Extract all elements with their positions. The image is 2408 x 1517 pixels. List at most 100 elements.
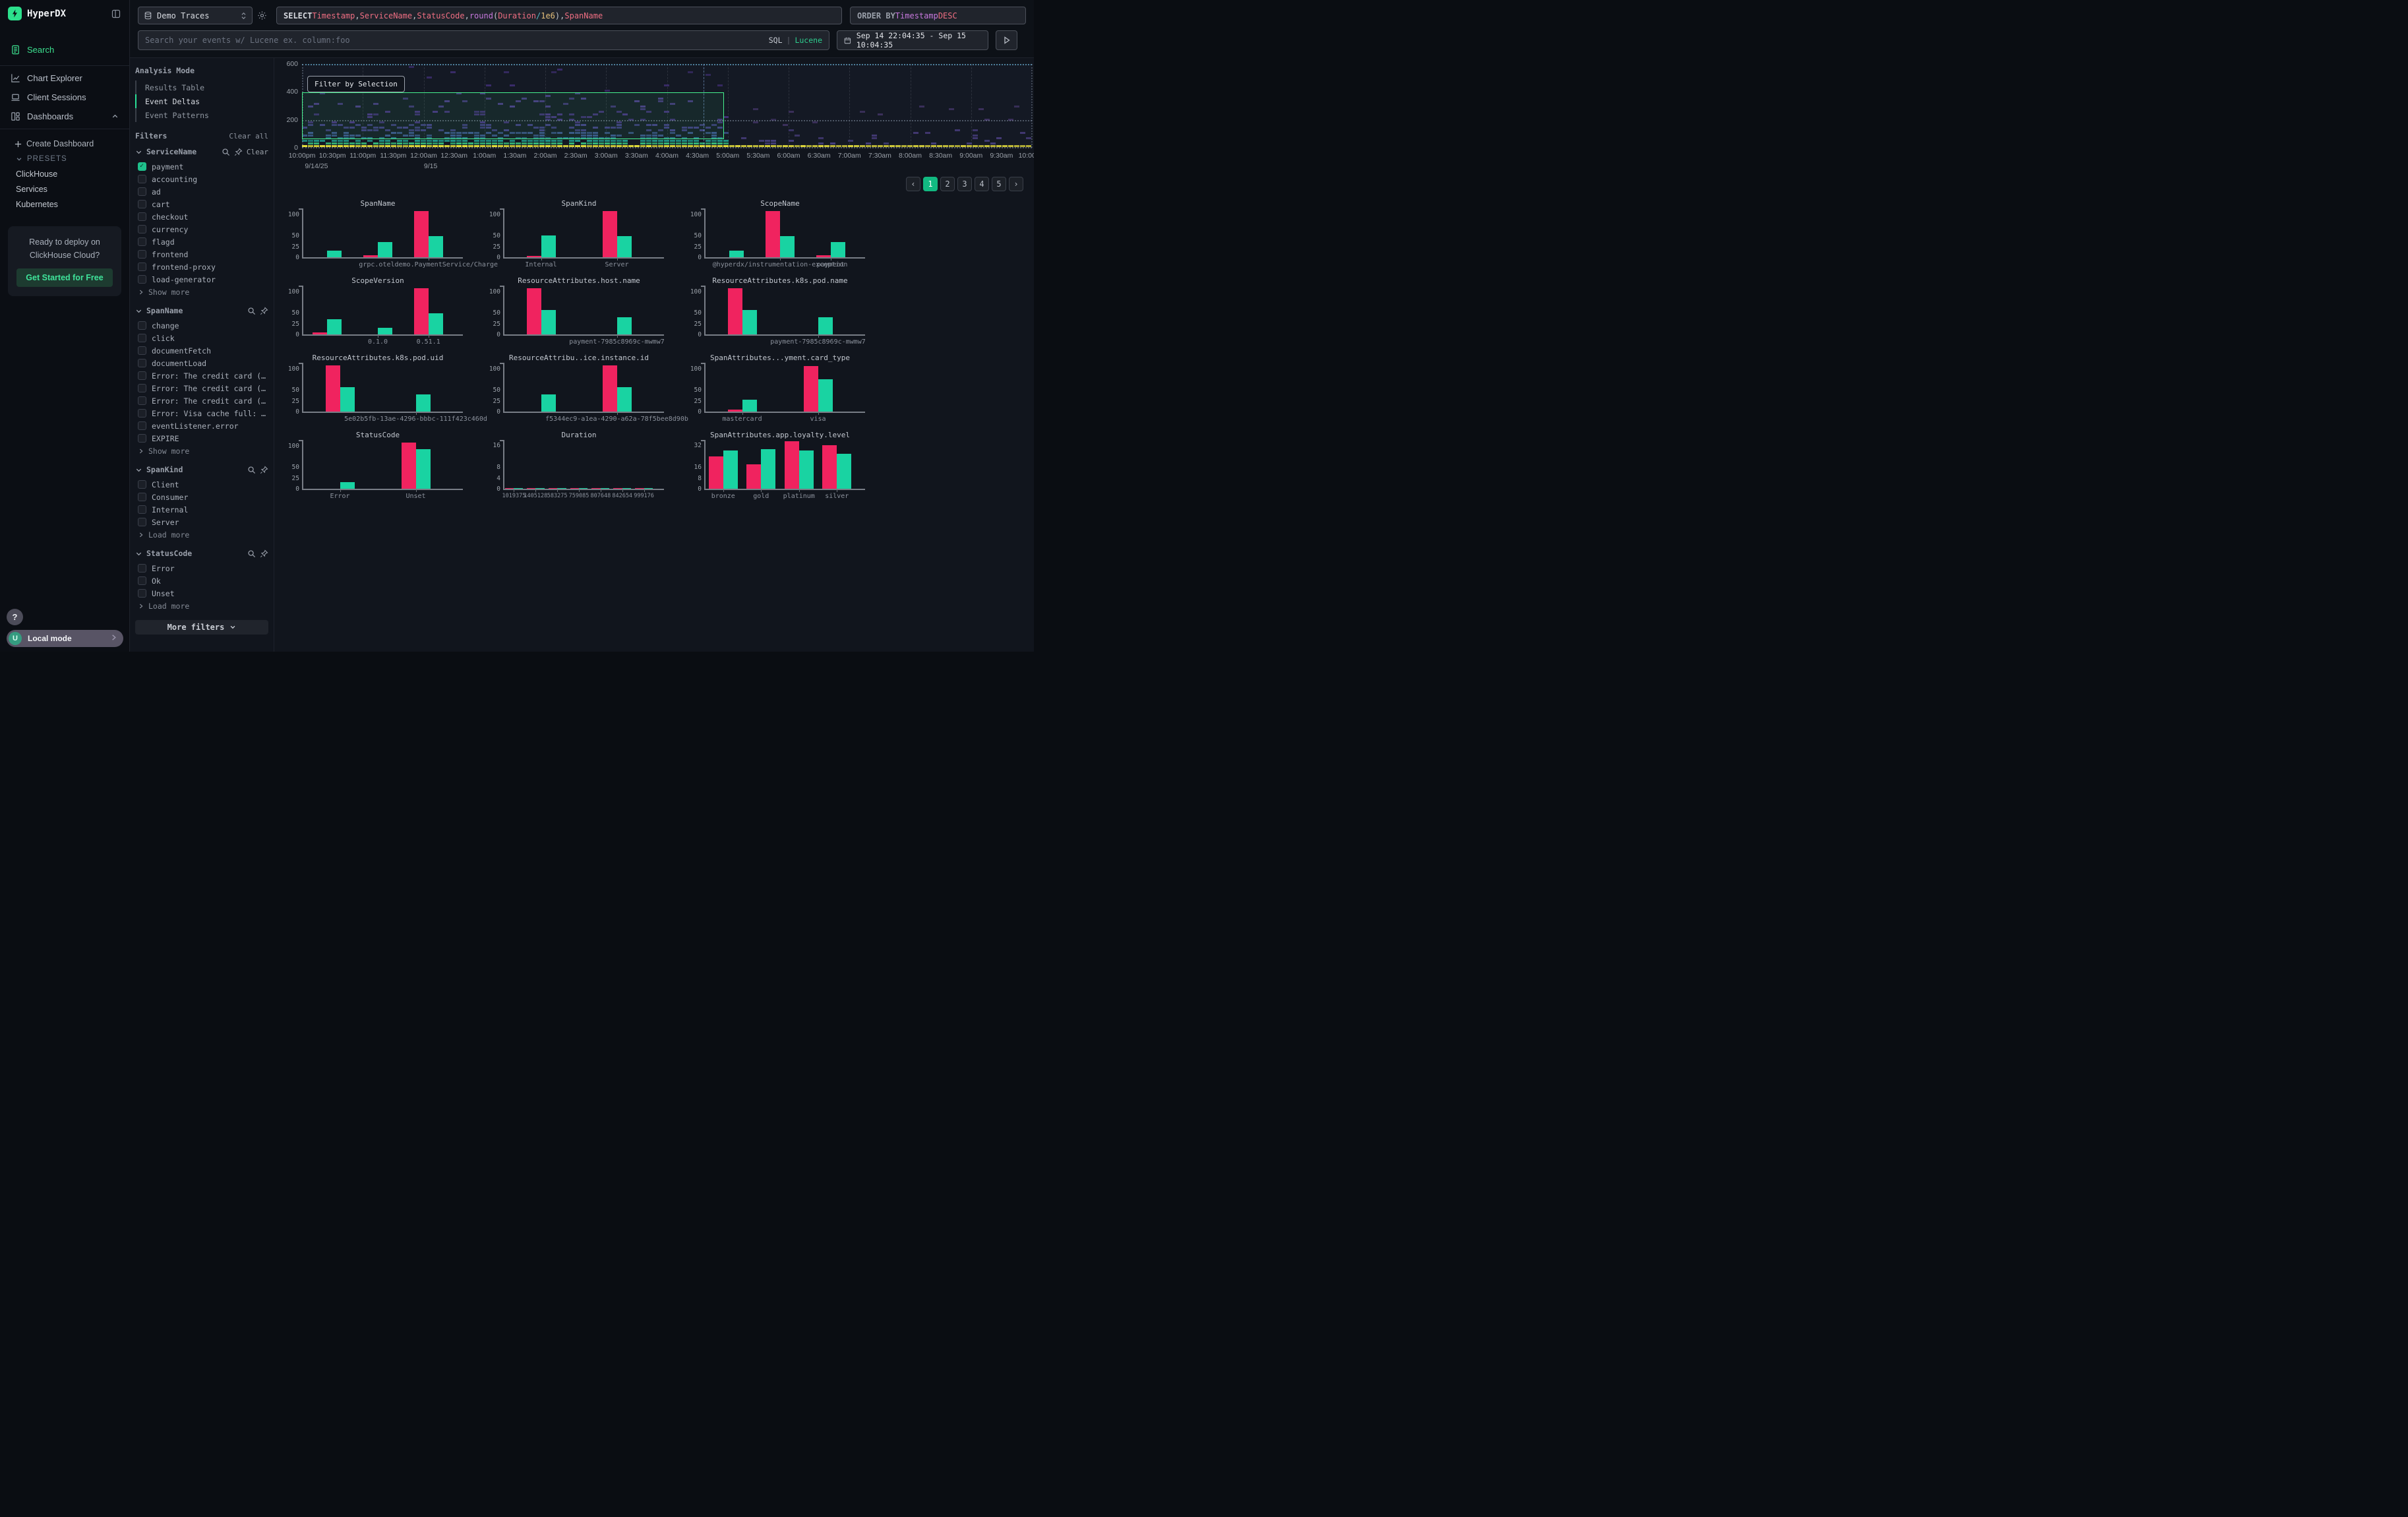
create-dashboard-button[interactable]: Create Dashboard bbox=[0, 136, 129, 152]
page-button-4[interactable]: 4 bbox=[975, 177, 989, 191]
filter-checkbox-checkout[interactable]: checkout bbox=[135, 210, 268, 223]
filter-checkbox-error[interactable]: Error bbox=[135, 562, 268, 574]
pin-icon[interactable] bbox=[260, 549, 268, 558]
gear-icon[interactable] bbox=[257, 11, 267, 24]
sidebar-item-search[interactable]: Search bbox=[0, 40, 129, 59]
chevron-down-icon[interactable] bbox=[135, 148, 142, 156]
bar-after bbox=[327, 251, 342, 257]
presets-toggle[interactable]: PRESETS bbox=[0, 152, 129, 166]
load-more-button[interactable]: Load more bbox=[135, 600, 268, 611]
load-more-button[interactable]: Load more bbox=[135, 528, 268, 540]
search-icon[interactable] bbox=[247, 307, 256, 315]
filter-checkbox-currency[interactable]: currency bbox=[135, 223, 268, 235]
time-range-picker[interactable]: Sep 14 22:04:35 - Sep 15 10:04:35 bbox=[837, 30, 988, 50]
get-started-button[interactable]: Get Started for Free bbox=[16, 268, 112, 287]
filter-checkbox-documentload[interactable]: documentLoad bbox=[135, 357, 268, 369]
source-select[interactable]: Demo Traces bbox=[138, 7, 253, 24]
bar-after bbox=[601, 488, 609, 489]
y-tick-label: 0 bbox=[278, 331, 299, 338]
sidebar-item-chart-explorer[interactable]: Chart Explorer bbox=[0, 69, 129, 88]
filter-checkbox-cart[interactable]: cart bbox=[135, 198, 268, 210]
run-query-button[interactable] bbox=[996, 30, 1017, 50]
sidebar-item-clickhouse[interactable]: ClickHouse bbox=[0, 166, 129, 181]
filter-checkbox-documentfetch[interactable]: documentFetch bbox=[135, 344, 268, 357]
heatmap-cell bbox=[593, 142, 598, 144]
brush-selection[interactable] bbox=[302, 92, 724, 139]
filter-checkbox-server[interactable]: Server bbox=[135, 516, 268, 528]
filter-checkbox-accounting[interactable]: accounting bbox=[135, 173, 268, 185]
search-icon[interactable] bbox=[222, 148, 230, 156]
filter-checkbox-error-the-credit-card-[interactable]: Error: The credit card (… bbox=[135, 369, 268, 382]
heatmap-cell bbox=[919, 106, 924, 108]
query-token: , bbox=[465, 11, 469, 20]
help-button[interactable]: ? bbox=[7, 609, 23, 625]
filter-checkbox-ad[interactable]: ad bbox=[135, 185, 268, 198]
events-heatmap[interactable]: Filter by Selection bbox=[302, 64, 1032, 148]
page-next-button[interactable]: › bbox=[1009, 177, 1023, 191]
filter-checkbox-frontend[interactable]: frontend bbox=[135, 248, 268, 261]
order-by-editor[interactable]: ORDER BY Timestamp DESC bbox=[850, 7, 1026, 24]
filter-checkbox-load-generator[interactable]: load-generator bbox=[135, 273, 268, 286]
analysis-mode-event-deltas[interactable]: Event Deltas bbox=[135, 94, 268, 108]
bar-before bbox=[603, 211, 617, 257]
load-more-button[interactable]: Show more bbox=[135, 286, 268, 297]
language-toggle[interactable]: SQL | Lucene bbox=[769, 36, 822, 45]
clear-all-button[interactable]: Clear all bbox=[229, 132, 268, 140]
search-input[interactable] bbox=[145, 36, 769, 45]
page-button-3[interactable]: 3 bbox=[957, 177, 972, 191]
x-tick-label: payment bbox=[817, 261, 845, 268]
pin-icon[interactable] bbox=[260, 307, 268, 315]
heatmap-cell bbox=[771, 142, 776, 144]
filter-checkbox-error-visa-cache-full-[interactable]: Error: Visa cache full: … bbox=[135, 407, 268, 419]
filter-checkbox-expire[interactable]: EXPIRE bbox=[135, 432, 268, 445]
filter-checkbox-click[interactable]: click bbox=[135, 332, 268, 344]
sidebar-collapse-icon[interactable] bbox=[111, 9, 121, 19]
chevron-down-icon[interactable] bbox=[135, 466, 142, 474]
filter-checkbox-frontend-proxy[interactable]: frontend-proxy bbox=[135, 261, 268, 273]
filter-checkbox-change[interactable]: change bbox=[135, 319, 268, 332]
page-button-2[interactable]: 2 bbox=[940, 177, 955, 191]
chevron-down-icon[interactable] bbox=[135, 550, 142, 557]
y-axis-cap bbox=[299, 363, 302, 364]
filter-checkbox-unset[interactable]: Unset bbox=[135, 587, 268, 600]
filter-checkbox-flagd[interactable]: flagd bbox=[135, 235, 268, 248]
search-icon[interactable] bbox=[247, 549, 256, 558]
user-menu[interactable]: U Local mode bbox=[7, 630, 123, 647]
sidebar-item-client-sessions[interactable]: Client Sessions bbox=[0, 88, 129, 107]
sidebar-item-services[interactable]: Services bbox=[0, 181, 129, 197]
chevron-down-icon[interactable] bbox=[135, 307, 142, 315]
heatmap-cell bbox=[765, 142, 770, 144]
page-prev-button[interactable]: ‹ bbox=[906, 177, 920, 191]
analysis-mode-results-table[interactable]: Results Table bbox=[135, 80, 268, 94]
filter-by-selection-button[interactable]: Filter by Selection bbox=[307, 76, 405, 92]
filter-checkbox-payment[interactable]: payment bbox=[135, 160, 268, 173]
checkbox bbox=[138, 576, 146, 585]
load-more-button[interactable]: Show more bbox=[135, 445, 268, 456]
filter-checkbox-consumer[interactable]: Consumer bbox=[135, 491, 268, 503]
filter-checkbox-ok[interactable]: Ok bbox=[135, 574, 268, 587]
heatmap-x-tick: 9:30am bbox=[990, 152, 1013, 160]
sidebar-item-kubernetes[interactable]: Kubernetes bbox=[0, 197, 129, 212]
filter-checkbox-eventlistener-error[interactable]: eventListener.error bbox=[135, 419, 268, 432]
heatmap-cell bbox=[474, 142, 479, 144]
page-button-5[interactable]: 5 bbox=[992, 177, 1006, 191]
filter-checkbox-internal[interactable]: Internal bbox=[135, 503, 268, 516]
bar-after bbox=[429, 236, 443, 257]
analysis-mode-event-patterns[interactable]: Event Patterns bbox=[135, 108, 268, 122]
pin-icon[interactable] bbox=[234, 148, 243, 156]
x-axis bbox=[302, 489, 463, 490]
more-filters-button[interactable]: More filters bbox=[135, 620, 268, 635]
filter-checkbox-client[interactable]: Client bbox=[135, 478, 268, 491]
filter-checkbox-error-the-credit-card-[interactable]: Error: The credit card (… bbox=[135, 382, 268, 394]
pin-icon[interactable] bbox=[260, 466, 268, 474]
page-button-1[interactable]: 1 bbox=[923, 177, 938, 191]
search-icon[interactable] bbox=[247, 466, 256, 474]
filter-group-clear-button[interactable]: Clear bbox=[247, 148, 268, 156]
heatmap-cell bbox=[450, 140, 456, 142]
heatmap-cell bbox=[522, 142, 527, 144]
filter-checkbox-error-the-credit-card-[interactable]: Error: The credit card (… bbox=[135, 394, 268, 407]
bar-after bbox=[742, 310, 757, 334]
checkbox bbox=[138, 334, 146, 342]
sidebar-item-dashboards[interactable]: Dashboards bbox=[0, 107, 129, 126]
sql-select-editor[interactable]: SELECT Timestamp, ServiceName, StatusCod… bbox=[276, 7, 842, 24]
